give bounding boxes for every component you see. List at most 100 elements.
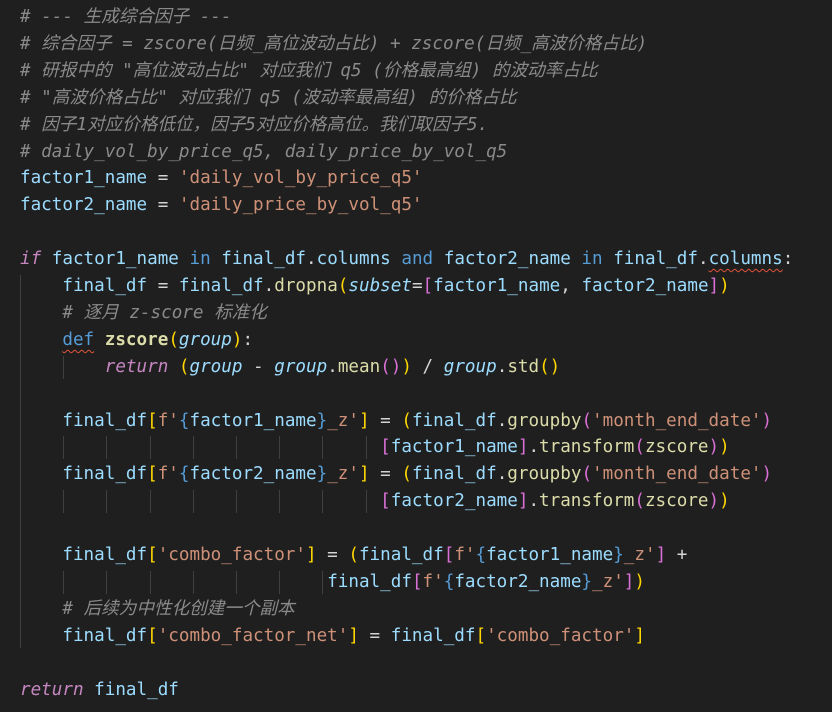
code-token: f'	[157, 410, 179, 431]
code-token: (	[178, 356, 190, 377]
code-line[interactable]: return (group - group.mean()) / group.st…	[20, 354, 561, 381]
code-token: final_df	[20, 276, 148, 296]
code-line[interactable]: final_df['combo_factor_net'] = final_df[…	[20, 623, 645, 650]
code-token: 'month_end_date'	[592, 410, 762, 431]
code-token: [	[147, 464, 158, 485]
code-token: )	[719, 491, 730, 512]
code-token: f'	[454, 545, 476, 565]
code-token: ]	[708, 276, 720, 296]
code-line[interactable]: # 研报中的 "高位波动占比" 对应我们 q5 (价格最高组) 的波动率占比	[20, 58, 598, 85]
code-line[interactable]: # daily_vol_by_price_q5, daily_price_by_…	[20, 139, 507, 166]
code-token: =	[369, 464, 402, 485]
code-token: # 研报中的 "高位波动占比" 对应我们 q5 (价格最高组) 的波动率占比	[20, 60, 598, 81]
code-token: factor2_name	[20, 195, 148, 216]
code-token: factor2_name	[189, 464, 317, 485]
code-token: factor2_name	[454, 571, 582, 592]
code-token: )	[761, 410, 773, 431]
code-token: )	[401, 356, 412, 377]
indent-guide	[279, 436, 281, 460]
code-token: [	[380, 437, 391, 458]
code-line[interactable]: # 综合因子 = zscore(日频_高位波动占比) + zscore(日频_高…	[20, 31, 647, 58]
code-token: [	[147, 410, 158, 431]
code-token: ,	[560, 276, 582, 296]
code-token: =	[147, 195, 179, 216]
code-token: factor2_name	[390, 491, 518, 512]
code-line[interactable]: [factor1_name].transform(zscore))	[20, 434, 730, 461]
code-line[interactable]: def zscore(group):	[20, 327, 253, 354]
indent-guide	[149, 490, 151, 514]
code-token: final_df	[20, 464, 148, 485]
code-line[interactable]: # 因子1对应价格低位，因子5对应价格高位。我们取因子5.	[20, 112, 488, 139]
code-line[interactable]: final_df[f'{factor2_name}_z'])	[20, 569, 645, 596]
code-token: final_df	[613, 249, 698, 270]
code-token: ]	[634, 625, 645, 646]
code-line[interactable]: final_df['combo_factor'] = (final_df[f'{…	[20, 542, 687, 569]
indent-guide	[192, 436, 194, 460]
code-token: # --- 生成综合因子 ---	[20, 7, 232, 27]
code-token: groupby	[507, 410, 582, 431]
code-token: groupby	[507, 464, 582, 485]
indent-guide	[236, 570, 237, 594]
code-token: factor1_name	[390, 437, 518, 458]
code-token: group	[189, 356, 243, 377]
indent-guide	[149, 570, 151, 594]
code-token: }	[613, 545, 624, 565]
code-token: =	[358, 625, 391, 646]
code-token: columns	[708, 249, 783, 270]
indent-guide	[279, 490, 281, 514]
code-token: -	[242, 356, 275, 377]
code-line[interactable]: final_df[f'{factor2_name}_z'] = (final_d…	[20, 461, 772, 488]
code-token: {	[178, 464, 190, 485]
code-token: [	[443, 545, 455, 565]
code-line[interactable]: factor1_name = 'daily_vol_by_price_q5'	[20, 165, 423, 192]
indent-guide	[149, 436, 151, 460]
indent-guide	[322, 570, 324, 594]
code-token: (	[401, 410, 412, 431]
code-line[interactable]: # --- 生成综合因子 ---	[20, 4, 232, 31]
code-token: factor1_name	[433, 276, 561, 296]
indent-guide	[106, 436, 108, 460]
code-token: }	[316, 464, 328, 485]
code-line[interactable]: final_df = final_df.dropna(subset=[facto…	[20, 273, 730, 300]
code-token: final_df	[221, 249, 307, 270]
indent-guide	[279, 570, 281, 594]
code-token: zscore	[104, 329, 169, 350]
indent-guide	[63, 436, 65, 460]
code-token: factor2_name	[443, 249, 571, 270]
code-token: =	[316, 545, 349, 565]
code-token: ]	[306, 545, 317, 565]
code-token: .	[263, 276, 275, 296]
code-line[interactable]: factor2_name = 'daily_price_by_vol_q5'	[20, 192, 423, 219]
code-token: )	[719, 276, 730, 296]
code-line[interactable]: # 后续为中性化创建一个副本	[20, 596, 294, 623]
code-token: mean	[337, 356, 381, 377]
code-token: return	[104, 356, 169, 377]
code-line[interactable]: return final_df	[20, 677, 179, 704]
code-token: [	[380, 491, 391, 512]
code-token: ]	[517, 491, 529, 512]
code-token: }	[581, 571, 593, 592]
code-line[interactable]: final_df[f'{factor1_name}_z'] = (final_d…	[20, 408, 772, 435]
code-token: columns	[316, 249, 391, 270]
indent-guide	[106, 490, 108, 514]
code-token: subset	[348, 276, 412, 296]
code-token: (	[634, 491, 645, 512]
code-token: {	[475, 545, 487, 565]
code-token: ]	[655, 545, 667, 565]
code-token: .	[496, 410, 508, 431]
code-token: 'daily_price_by_vol_q5'	[178, 195, 423, 216]
code-token: ()	[380, 356, 402, 377]
code-line[interactable]: if factor1_name in final_df.columns and …	[20, 246, 793, 273]
code-line[interactable]: # 逐月 z-score 标准化	[20, 300, 267, 327]
code-token: def	[62, 329, 95, 350]
indent-guide	[63, 570, 65, 594]
code-editor[interactable]: # --- 生成综合因子 --- # 综合因子 = zscore(日频_高位波动占…	[0, 0, 832, 712]
code-line[interactable]: [factor2_name].transform(zscore))	[20, 488, 730, 515]
code-line[interactable]: # "高波价格占比" 对应我们 q5 (波动率最高组) 的价格占比	[20, 85, 517, 112]
code-token: =	[369, 410, 402, 431]
code-token: )	[761, 464, 773, 485]
code-token: .	[306, 249, 317, 270]
